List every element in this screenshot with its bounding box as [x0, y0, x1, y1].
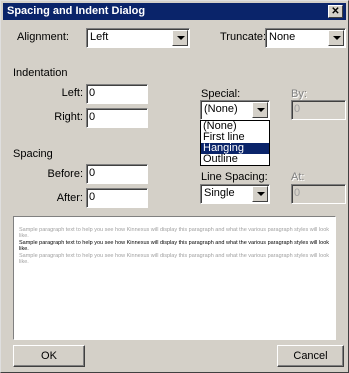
chevron-down-icon[interactable]: [252, 186, 268, 202]
cancel-button[interactable]: Cancel: [277, 345, 344, 367]
special-select[interactable]: (None): [200, 100, 270, 120]
at-label: At:: [291, 171, 305, 183]
special-value: (None): [204, 103, 238, 115]
special-label: Special:: [201, 88, 241, 100]
close-icon[interactable]: ✕: [328, 5, 343, 18]
alignment-value: Left: [90, 31, 109, 43]
title-bar[interactable]: Spacing and Indent Dialog ✕: [3, 3, 346, 20]
alignment-label: Alignment:: [17, 31, 69, 43]
special-option-outline[interactable]: Outline: [201, 154, 269, 165]
truncate-label: Truncate:: [220, 31, 267, 43]
right-indent-field[interactable]: 0: [86, 108, 148, 128]
window-title: Spacing and Indent Dialog: [7, 5, 146, 17]
indentation-heading: Indentation: [13, 67, 68, 79]
chevron-down-icon[interactable]: [172, 30, 188, 46]
line-spacing-label: Line Spacing:: [201, 171, 268, 183]
ok-button[interactable]: OK: [13, 345, 85, 367]
preview-paragraph-current: Sample paragraph text to help you see ho…: [19, 240, 330, 252]
at-field[interactable]: 0: [291, 184, 346, 204]
before-spacing-field[interactable]: 0: [86, 164, 148, 184]
truncate-value: None: [269, 31, 296, 43]
alignment-select[interactable]: Left: [86, 28, 190, 48]
paragraph-preview: Sample paragraph text to help you see ho…: [13, 216, 336, 340]
by-field[interactable]: 0: [291, 100, 346, 120]
chevron-down-icon[interactable]: [252, 102, 268, 118]
left-indent-label: Left:: [61, 87, 83, 99]
preview-paragraph-before: Sample paragraph text to help you see ho…: [19, 227, 330, 239]
preview-paragraph-after: Sample paragraph text to help you see ho…: [19, 253, 330, 265]
left-indent-field[interactable]: 0: [86, 84, 148, 104]
right-indent-label: Right:: [54, 111, 83, 123]
after-spacing-field[interactable]: 0: [86, 188, 148, 208]
spacing-indent-dialog: Spacing and Indent Dialog ✕ Alignment: L…: [0, 0, 349, 373]
chevron-down-icon[interactable]: [328, 30, 344, 46]
line-spacing-value: Single: [204, 187, 235, 199]
by-label: By:: [291, 88, 307, 100]
line-spacing-select[interactable]: Single: [200, 184, 270, 204]
special-dropdown-list: (None) First line Hanging Outline: [200, 120, 270, 166]
after-spacing-label: After:: [56, 192, 83, 204]
spacing-heading: Spacing: [13, 148, 53, 160]
truncate-select[interactable]: None: [265, 28, 346, 48]
before-spacing-label: Before:: [47, 168, 83, 180]
